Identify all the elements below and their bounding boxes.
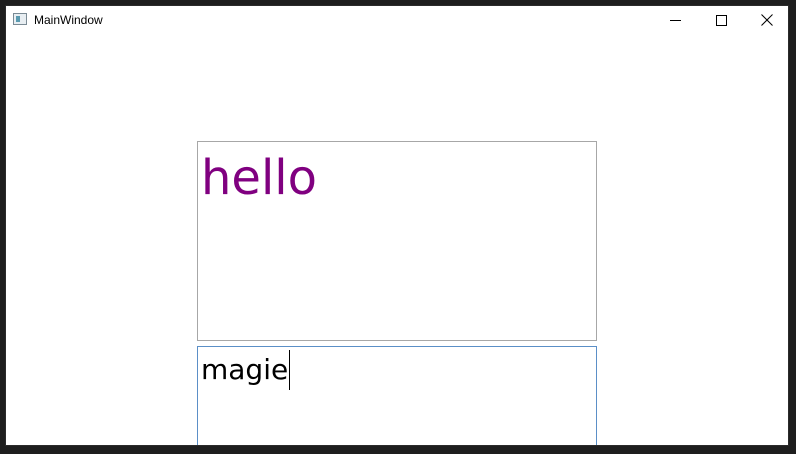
text-input-content: magie [201, 353, 289, 386]
minimize-button[interactable] [652, 6, 698, 34]
text-input-value[interactable]: magie [201, 350, 291, 390]
close-icon [761, 14, 773, 26]
maximize-icon [715, 14, 727, 26]
window-content: hello magie [6, 34, 788, 445]
maximize-button[interactable] [698, 6, 744, 34]
main-window: MainWindow hello magie [5, 5, 789, 446]
window-title: MainWindow [34, 13, 103, 27]
close-button[interactable] [744, 6, 788, 34]
display-textblock: hello [197, 141, 597, 341]
desktop-background: MainWindow hello magie [0, 0, 796, 454]
display-text: hello [201, 150, 317, 206]
minimize-icon [669, 19, 681, 21]
text-caret [289, 350, 291, 390]
app-window-icon [13, 13, 27, 25]
text-input[interactable]: magie [197, 346, 597, 445]
title-bar[interactable]: MainWindow [6, 6, 788, 34]
